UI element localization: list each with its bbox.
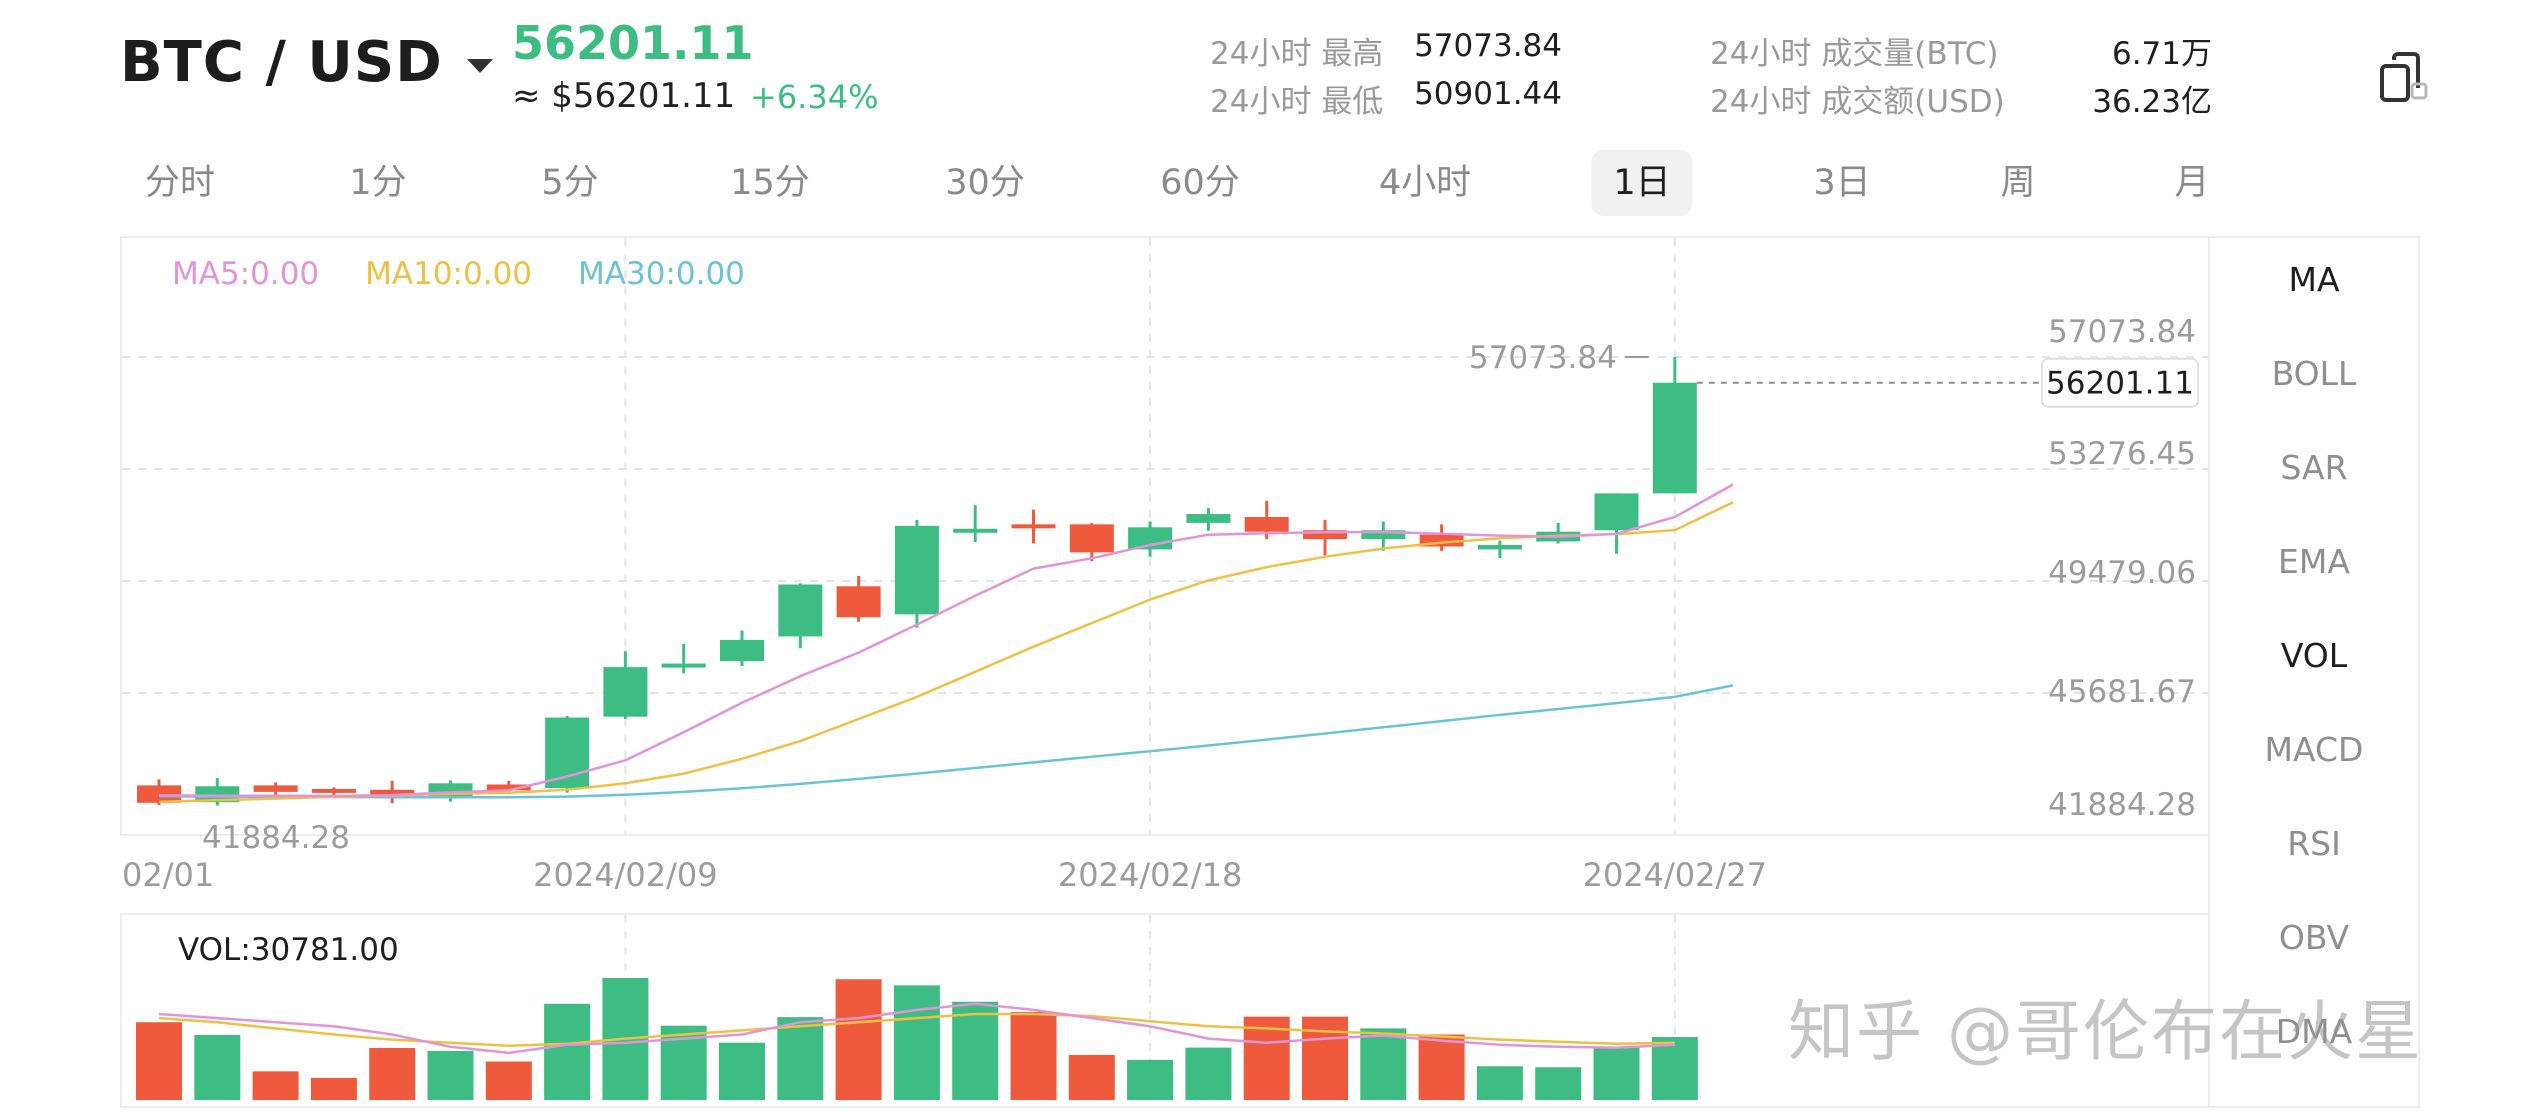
volume-bar [719,1042,765,1100]
volume-bar [893,985,940,1100]
y-tick-label: 57073.84 [2048,314,2196,350]
x-tick-label: 2024/02/27 [1583,856,1767,894]
candle-body [1069,524,1114,553]
chart-canvas: 57073.84 53276.45 49479.06 45681.67 41884.28… [122,238,2208,1106]
watermark: 知乎 @哥伦布在火星 [1788,993,2423,1070]
candle-body [1652,382,1697,494]
candle-body [661,663,706,668]
candle-body [137,785,181,803]
volume-bar [427,1050,474,1100]
y-tick-label: 45681.67 [2048,674,2196,710]
volume-bar [1127,1059,1174,1100]
candle-body [1011,524,1056,529]
max-price-label: 57073.84 [1469,340,1617,376]
volume-bar [136,1022,182,1100]
candle-body [894,525,939,615]
candle-body [1594,493,1639,531]
candle-body [253,785,298,792]
volume-bar [544,1003,591,1100]
y-tick-label: 53276.45 [2048,436,2196,472]
ma30-line [158,684,1734,799]
volume-bar [485,1061,532,1100]
volume-bar [252,1071,299,1100]
volume-bar [1476,1066,1523,1100]
volume-bar [1360,1028,1407,1100]
candle-body [1244,516,1289,532]
volume-bar [777,1017,824,1100]
candle-body [1477,544,1522,550]
x-tick-label: 02/01 [122,856,214,894]
volume-bar [369,1048,416,1100]
volume-bar [952,1001,999,1100]
volume-bar [1185,1047,1232,1100]
volume-bar [194,1034,241,1100]
candle-body [836,586,881,618]
candle-body [953,528,998,533]
x-tick-label: 2024/02/18 [1058,856,1242,894]
candle-body [603,667,648,717]
volume-bar [835,979,882,1100]
volume-bar [1418,1034,1465,1100]
x-tick-label: 2024/02/09 [533,856,717,894]
volume-bar [1010,1011,1057,1100]
volume-bar [1302,1016,1348,1100]
last-price-tag-label: 56201.11 [2046,366,2194,402]
y-tick-label: 41884.28 [2048,787,2196,823]
min-price-label: 41884.28 [202,820,350,856]
volume-bar [1068,1054,1115,1100]
candle-body [311,788,356,793]
volume-bar [310,1077,357,1100]
volume-bar [1593,1046,1640,1100]
ma5-line [158,483,1734,798]
y-tick-label: 49479.06 [2048,555,2196,591]
volume-bar [1535,1067,1582,1100]
candle-body [1186,514,1231,523]
candle-body [720,639,764,662]
candle-body [778,584,823,637]
